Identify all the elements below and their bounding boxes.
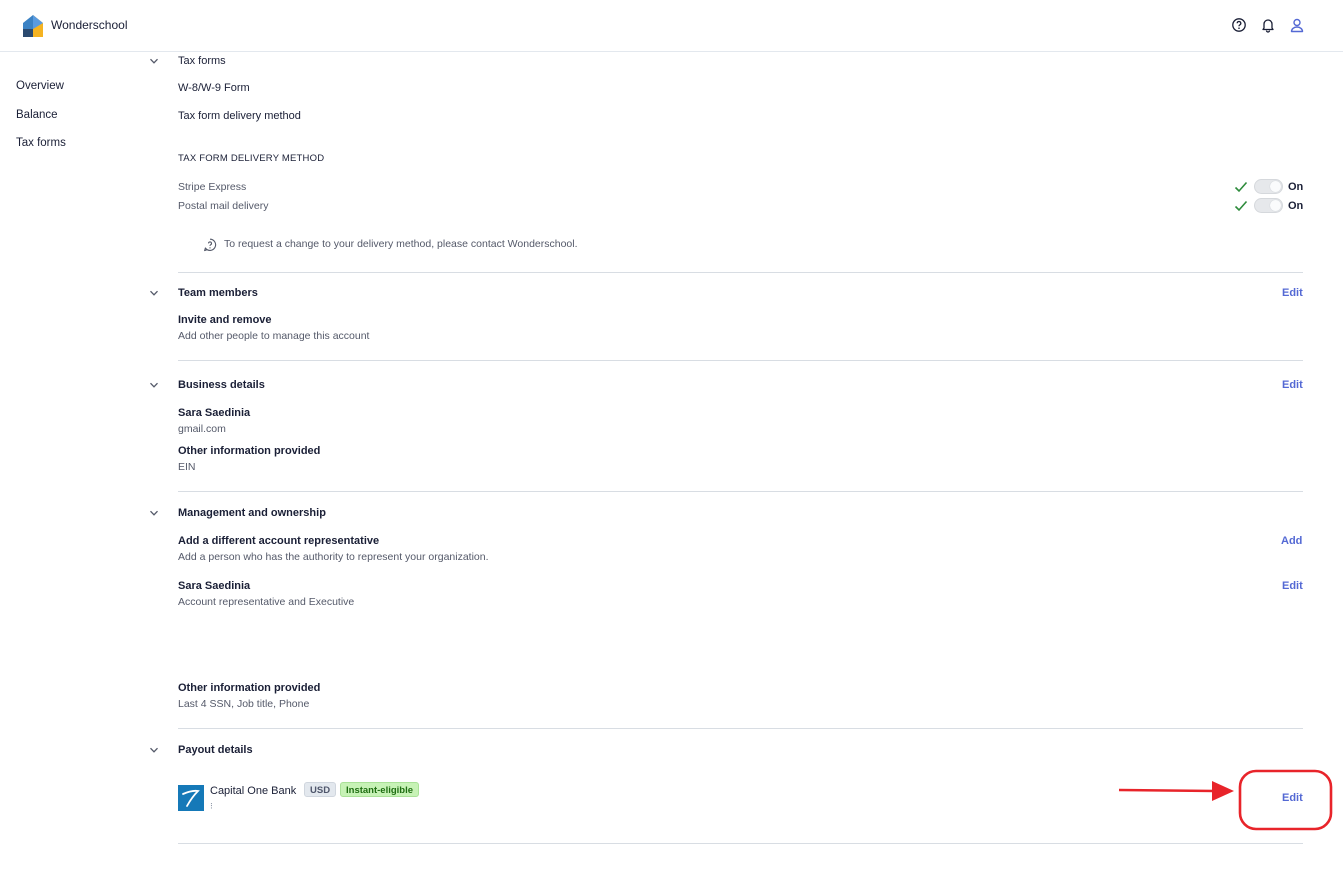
sidebar-item-balance[interactable]: Balance (16, 109, 58, 121)
rep-role: Account representative and Executive (178, 596, 355, 608)
instant-eligible-badge: Instant-eligible (340, 782, 420, 797)
bank-name: Capital One Bank (210, 785, 297, 797)
bank-account-masked: ⁝ (210, 801, 213, 811)
add-rep-description: Add a person who has the authority to re… (178, 551, 489, 563)
divider (178, 843, 1303, 844)
add-representative-button[interactable]: Add (1281, 535, 1302, 547)
rep-edit-button[interactable]: Edit (1282, 580, 1303, 592)
management-other-label: Other information provided (178, 682, 321, 694)
wonderschool-logo (23, 15, 43, 37)
toggle-state: On (1288, 200, 1304, 212)
divider (178, 272, 1303, 273)
chevron-down-icon[interactable] (149, 380, 159, 390)
management-other-value: Last 4 SSN, Job title, Phone (178, 698, 310, 710)
bell-icon[interactable] (1260, 17, 1276, 33)
annotation-arrow-highlight (1118, 769, 1333, 831)
business-name: Sara Saedinia (178, 407, 251, 419)
help-icon (204, 238, 217, 252)
toggle-state: On (1288, 181, 1304, 193)
delivery-note: To request a change to your delivery met… (224, 238, 578, 250)
chevron-down-icon[interactable] (149, 288, 159, 298)
add-rep-heading: Add a different account representative (178, 535, 380, 547)
tax-forms-title: Tax forms (178, 55, 226, 67)
rep-name: Sara Saedinia (178, 580, 251, 592)
divider (178, 728, 1303, 729)
business-email: gmail.com (178, 423, 226, 435)
divider (178, 491, 1303, 492)
invite-description: Add other people to manage this account (178, 330, 370, 342)
bank-logo-icon (178, 785, 204, 811)
postal-mail-toggle[interactable] (1254, 198, 1283, 213)
chevron-down-icon[interactable] (149, 508, 159, 518)
team-edit-button[interactable]: Edit (1282, 287, 1303, 299)
divider (178, 360, 1303, 361)
w9-form-label[interactable]: W-8/W-9 Form (178, 82, 250, 94)
business-edit-button[interactable]: Edit (1282, 379, 1303, 391)
payout-details-title: Payout details (178, 744, 253, 756)
chevron-down-icon[interactable] (149, 56, 159, 66)
business-other-value: EIN (178, 461, 196, 473)
tax-delivery-label: Tax form delivery method (178, 110, 301, 122)
invite-heading: Invite and remove (178, 314, 272, 326)
app-name[interactable]: Wonderschool (51, 18, 128, 32)
delivery-method-name: Stripe Express (178, 181, 247, 193)
chevron-down-icon[interactable] (149, 745, 159, 755)
business-other-label: Other information provided (178, 445, 321, 457)
currency-badge: USD (304, 782, 337, 797)
sidebar-item-overview[interactable]: Overview (16, 80, 64, 92)
business-details-title: Business details (178, 379, 265, 391)
team-members-title: Team members (178, 287, 258, 299)
management-title: Management and ownership (178, 507, 326, 519)
stripe-express-toggle[interactable] (1254, 179, 1283, 194)
user-icon[interactable] (1289, 17, 1305, 33)
check-icon (1234, 181, 1248, 193)
delivery-method-name: Postal mail delivery (178, 200, 269, 212)
top-bar: Wonderschool (0, 0, 1343, 52)
sidebar-item-tax-forms[interactable]: Tax forms (16, 137, 66, 149)
delivery-method-heading: TAX FORM DELIVERY METHOD (178, 153, 325, 164)
help-icon[interactable] (1231, 17, 1247, 33)
check-icon (1234, 200, 1248, 212)
